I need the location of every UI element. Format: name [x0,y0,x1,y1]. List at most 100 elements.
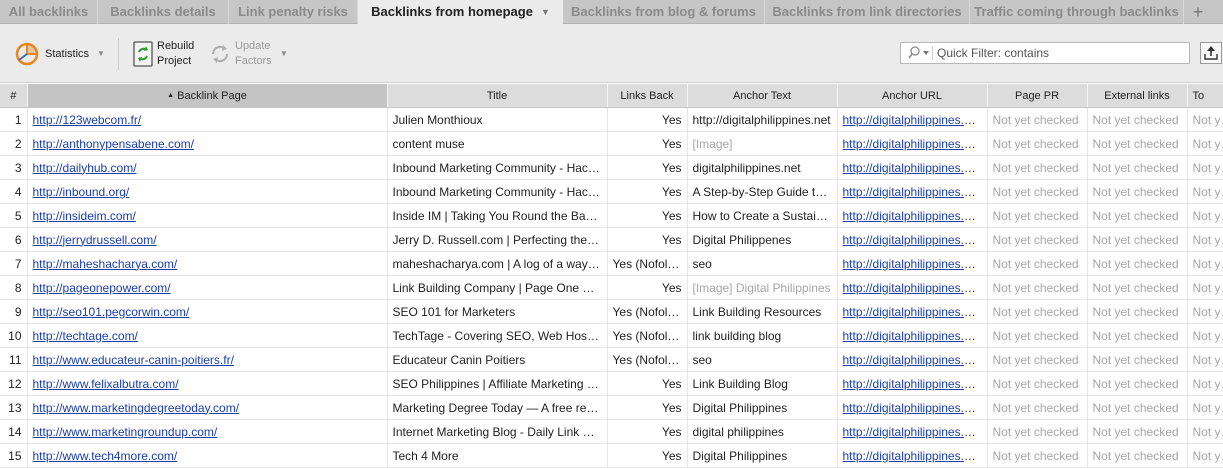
backlink-page-cell: http://123webcom.fr/ [27,107,388,132]
table-row[interactable]: 14 http://www.marketingroundup.com/Intern… [0,419,1223,444]
anchor-url-link[interactable]: http://digitalphilippines.net/ [843,209,984,223]
backlink-page-cell: http://maheshacharya.com/ [27,251,388,276]
table-row[interactable]: 4 http://inbound.org/Inbound Marketing Co… [0,179,1223,204]
column-header-title[interactable]: Title [387,84,608,108]
table-row[interactable]: 11 http://www.educateur-canin-poitiers.fr… [0,347,1223,372]
backlink-page-link[interactable]: http://insideim.com/ [33,209,136,223]
toolbar: Statistics ▼ Rebuild Project Update Fact… [0,24,1223,83]
anchor-url-link[interactable]: http://digitalphilippines.net/ [843,233,984,247]
backlink-page-link[interactable]: http://www.marketingdegreetoday.com/ [33,401,240,415]
table-row[interactable]: 9 http://seo101.pegcorwin.com/SEO 101 for… [0,299,1223,324]
external-links-cell: Not yet checked [1087,251,1188,276]
page-pr-cell: Not yet checked [987,203,1088,228]
anchor-url-link[interactable]: http://digitalphilippines.net/ [843,353,984,367]
backlink-page-link[interactable]: http://techtage.com/ [33,329,138,343]
anchor-text: Link Building Blog [692,376,788,391]
anchor-url-link[interactable]: http://digitalphilippines.net/ [843,161,984,175]
column-header-external-links[interactable]: External links [1087,84,1188,108]
tab-traffic-through-backlinks[interactable]: Traffic coming through backlinks [970,0,1184,24]
table-row[interactable]: 6 http://jerrydrussell.com/Jerry D. Russe… [0,227,1223,252]
column-header-anchor-url[interactable]: Anchor URL [837,84,988,108]
add-tab-button[interactable]: + [1186,0,1210,24]
toolbar-divider [118,38,119,70]
statistics-button[interactable]: Statistics ▼ [10,38,110,70]
tab-backlinks-from-blog-forums[interactable]: Backlinks from blog & forums [563,0,765,24]
table-row[interactable]: 15 http://www.tech4more.com/Tech 4 More Ye… [0,443,1223,468]
anchor-text-cell: [Image] [687,131,838,156]
anchor-url-link[interactable]: http://digitalphilippines.net/ [843,281,984,295]
backlink-page-link[interactable]: http://anthonypensabene.com/ [33,137,194,151]
row-number: 6 [0,227,28,252]
page-pr-cell: Not yet checked [987,107,1088,132]
update-label-line1: Update [235,40,271,52]
backlink-page-link[interactable]: http://inbound.org/ [33,185,130,199]
table-row[interactable]: 12 http://www.felixalbutra.com/SEO Philip… [0,371,1223,396]
backlink-page-link[interactable]: http://www.tech4more.com/ [33,449,178,463]
table-row[interactable]: 7 http://maheshacharya.com/maheshacharya.… [0,251,1223,276]
anchor-url-link[interactable]: http://digitalphilippines.net/ [843,257,984,271]
table-row[interactable]: 10 http://techtage.com/TechTage - Coverin… [0,323,1223,348]
anchor-url-link[interactable]: http://digitalphilippines.net/ [843,449,984,463]
backlink-page-cell: http://www.marketingroundup.com/ [27,419,388,444]
anchor-url-link[interactable]: http://digitalphilippines.net/ [843,377,984,391]
row-number: 2 [0,131,28,156]
backlink-page-link[interactable]: http://dailyhub.com/ [33,161,137,175]
anchor-url-link[interactable]: http://digitalphilippines.net/ [843,137,984,151]
anchor-url-cell: http://digitalphilippines.net/ [837,299,988,324]
column-header-links-back[interactable]: Links Back [607,84,688,108]
anchor-url-link[interactable]: http://digitalphilippines.net/ [843,113,984,127]
anchor-url-link[interactable]: http://digitalphilippines.net/ [843,329,984,343]
table-row[interactable]: 3 http://dailyhub.com/Inbound Marketing C… [0,155,1223,180]
row-number: 4 [0,179,28,204]
chevron-down-icon[interactable]: ▼ [541,0,550,24]
update-factors-button[interactable]: Update Factors ▼ [206,38,292,70]
table-row[interactable]: 1 http://123webcom.fr/Julien Monthioux Yes… [0,107,1223,132]
backlink-page-link[interactable]: http://www.educateur-canin-poitiers.fr/ [33,353,234,367]
title-cell: Link Building Company | Page One Power [387,275,608,300]
table-row[interactable]: 13 http://www.marketingdegreetoday.com/Ma… [0,395,1223,420]
links-back-cell: Yes [607,107,688,132]
backlink-page-link[interactable]: http://pageonepower.com/ [33,281,171,295]
backlink-page-cell: http://www.felixalbutra.com/ [27,371,388,396]
column-header-backlink-page[interactable]: ▲ Backlink Page [27,84,388,108]
anchor-url-cell: http://digitalphilippines.net/ [837,323,988,348]
row-number: 11 [0,347,28,372]
backlink-page-link[interactable]: http://123webcom.fr/ [33,113,142,127]
backlink-page-link[interactable]: http://seo101.pegcorwin.com/ [33,305,190,319]
tab-backlinks-from-homepage[interactable]: Backlinks from homepage ▼ [358,0,563,24]
tab-backlinks-from-link-directories[interactable]: Backlinks from link directories [765,0,970,24]
rebuild-project-button[interactable]: Rebuild Project [128,38,198,70]
table-row[interactable]: 5 http://insideim.com/Inside IM | Taking … [0,203,1223,228]
filter-divider [932,46,933,60]
anchor-text: digital philippines [692,424,784,439]
links-back-cell: Yes [607,155,688,180]
backlink-page-link[interactable]: http://maheshacharya.com/ [33,257,178,271]
external-links-cell: Not yet checked [1087,107,1188,132]
tab-all-backlinks[interactable]: All backlinks [0,0,98,24]
table-row[interactable]: 2 http://anthonypensabene.com/content mus… [0,131,1223,156]
title-cell: Inside IM | Taking You Round the Back of… [387,203,608,228]
anchor-url-link[interactable]: http://digitalphilippines.net/ [843,185,984,199]
anchor-url-link[interactable]: http://digitalphilippines.net/ [843,425,984,439]
backlink-page-link[interactable]: http://www.felixalbutra.com/ [33,377,179,391]
column-label: Page PR [1014,89,1060,102]
title-cell: SEO 101 for Marketers [387,299,608,324]
tab-backlinks-details[interactable]: Backlinks details [98,0,229,24]
anchor-url-cell: http://digitalphilippines.net/ [837,395,988,420]
anchor-url-link[interactable]: http://digitalphilippines.net/ [843,401,984,415]
quick-filter-input[interactable] [937,44,1182,62]
tab-link-penalty-risks[interactable]: Link penalty risks [229,0,358,24]
title-cell: content muse [387,131,608,156]
backlink-page-link[interactable]: http://jerrydrussell.com/ [33,233,157,247]
anchor-url-link[interactable]: http://digitalphilippines.net/ [843,305,984,319]
to-cell: Not yet checked [1187,443,1223,468]
column-header-number[interactable]: # [0,84,28,108]
export-button[interactable] [1200,42,1222,64]
search-icon[interactable] [905,45,931,61]
table-row[interactable]: 8 http://pageonepower.com/Link Building C… [0,275,1223,300]
backlink-page-link[interactable]: http://www.marketingroundup.com/ [33,425,218,439]
column-header-anchor-text[interactable]: Anchor Text [687,84,838,108]
column-header-page-pr[interactable]: Page PR [987,84,1088,108]
column-header-to[interactable]: To [1187,84,1223,108]
title-cell: Tech 4 More [387,443,608,468]
